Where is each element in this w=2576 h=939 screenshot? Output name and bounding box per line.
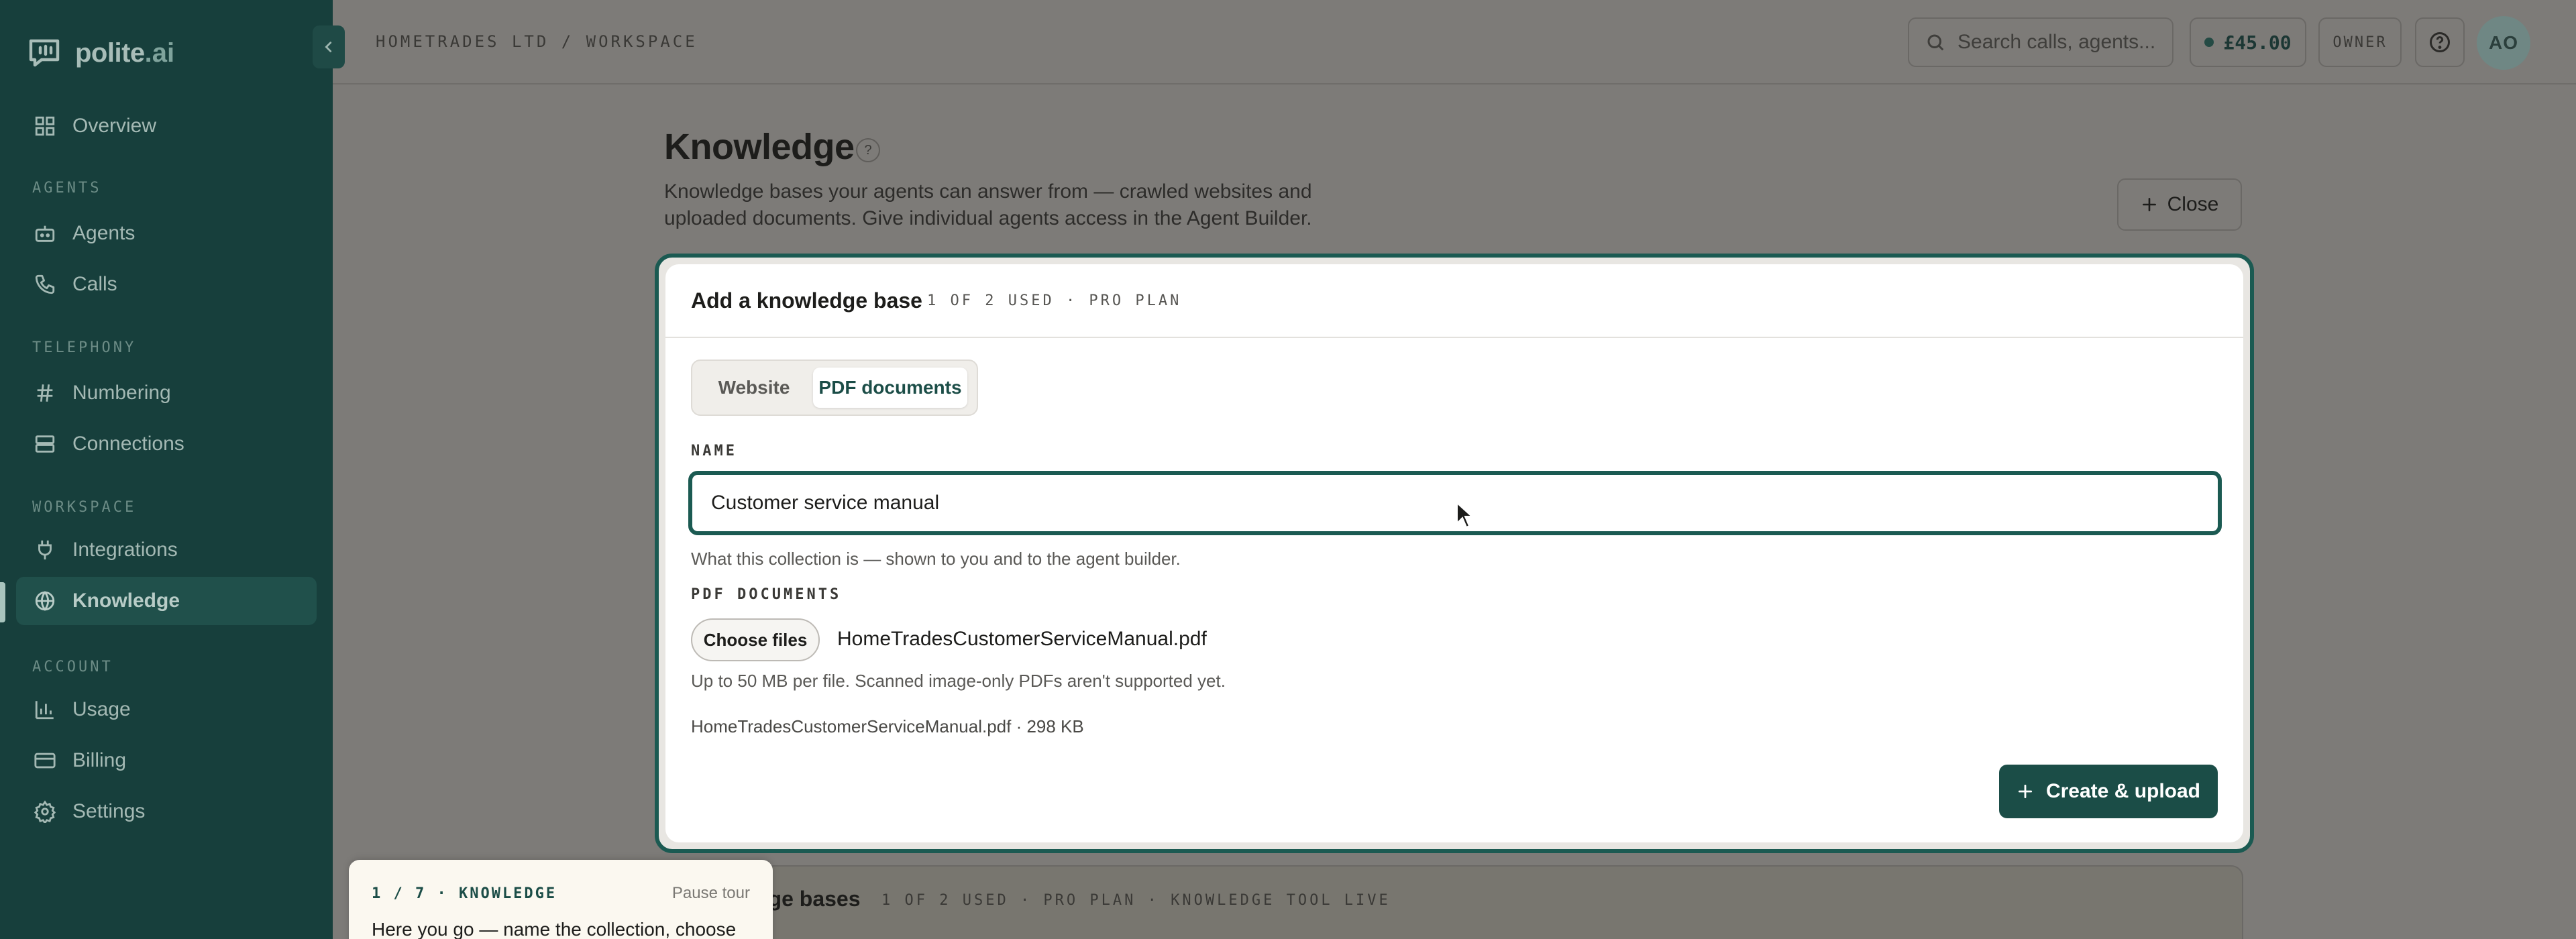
pause-tour-button[interactable]: Pause tour (672, 884, 750, 903)
card-header: Add a knowledge base 1 OF 2 USED · PRO P… (665, 264, 2243, 338)
plus-icon (2142, 198, 2156, 211)
sidebar-item-label: Connections (72, 433, 184, 455)
page-help-badge[interactable]: ? (856, 138, 880, 162)
sidebar-item-label: Usage (72, 698, 131, 720)
sidebar-item-overview[interactable]: Overview (16, 102, 317, 150)
question-circle-icon (2430, 32, 2450, 52)
sidebar-item-usage[interactable]: Usage (16, 685, 317, 734)
knowledge-bases-meta: 1 OF 2 USED · PRO PLAN · KNOWLEDGE TOOL … (881, 892, 1391, 909)
hash-icon (37, 384, 53, 402)
sidebar-item-integrations[interactable]: Integrations (16, 526, 317, 574)
name-help-text: What this collection is — shown to you a… (691, 549, 1181, 569)
phone-icon (35, 274, 55, 294)
mouse-cursor-icon (1456, 502, 1474, 529)
sidebar-item-label: Calls (72, 273, 117, 295)
help-button[interactable] (2415, 17, 2465, 67)
role-badge: OWNER (2318, 17, 2402, 67)
sidebar-item-label: Agents (72, 222, 136, 244)
card-title: Add a knowledge base (691, 288, 922, 313)
chosen-file-name: HomeTradesCustomerServiceManual.pdf (837, 628, 1207, 650)
gear-icon (34, 800, 56, 823)
sidebar: polite.ai AGENTS TELEPHONY WORKSPACE ACC… (0, 0, 333, 939)
chat-bubble-logo-icon (29, 39, 60, 67)
sidebar-item-calls[interactable]: Calls (16, 260, 317, 309)
credit-card-icon (34, 753, 56, 769)
active-indicator (0, 582, 5, 622)
section-label-agents: AGENTS (32, 180, 102, 197)
choose-files-button[interactable]: Choose files (691, 618, 820, 661)
page-title: Knowledge (664, 127, 855, 167)
bar-chart-icon (35, 701, 54, 720)
tour-step-label: 1 / 7 · KNOWLEDGE (372, 885, 557, 902)
close-button[interactable]: Close (2117, 178, 2242, 231)
tab-pdf-documents[interactable]: PDF documents (813, 368, 967, 408)
sidebar-item-label: Overview (72, 115, 157, 137)
top-bar: HOMETRADES LTD / WORKSPACE Search calls,… (333, 0, 2576, 85)
tour-body-text: Here you go — name the collection, choos… (372, 919, 737, 939)
section-label-telephony: TELEPHONY (32, 339, 137, 356)
server-icon (35, 435, 55, 453)
tour-popover: 1 / 7 · KNOWLEDGE Pause tour Here you go… (349, 860, 773, 939)
source-type-toggle: Website PDF documents (691, 360, 978, 416)
create-upload-label: Create & upload (2045, 780, 2201, 802)
globe-icon (35, 591, 55, 611)
sidebar-item-numbering[interactable]: Numbering (16, 369, 317, 417)
sidebar-item-label: Integrations (72, 539, 178, 561)
plan-usage-meta: 1 OF 2 USED · PRO PLAN (927, 292, 1182, 309)
status-dot-icon (2204, 38, 2214, 47)
plug-icon (38, 540, 52, 560)
brand-logo[interactable]: polite.ai (27, 36, 174, 70)
section-label-account: ACCOUNT (32, 659, 113, 675)
search-icon (1927, 34, 1944, 51)
plus-icon (2018, 784, 2033, 799)
sidebar-item-knowledge[interactable]: Knowledge (16, 577, 317, 625)
pdf-documents-label: PDF DOCUMENTS (691, 586, 842, 603)
sidebar-item-label: Numbering (72, 382, 171, 404)
selected-file-entry: HomeTradesCustomerServiceManual.pdf · 29… (691, 716, 1084, 736)
bot-icon (35, 225, 55, 242)
avatar[interactable]: AO (2477, 16, 2530, 70)
close-label: Close (2167, 193, 2219, 215)
create-upload-button[interactable]: Create & upload (1999, 765, 2218, 818)
tab-website[interactable]: Website (700, 368, 808, 408)
sidebar-item-label: Settings (72, 800, 146, 822)
sidebar-item-billing[interactable]: Billing (16, 736, 317, 785)
add-knowledge-card: Add a knowledge base 1 OF 2 USED · PRO P… (665, 264, 2243, 842)
name-label: NAME (691, 443, 737, 459)
sidebar-item-connections[interactable]: Connections (16, 420, 317, 468)
grid-icon (35, 116, 55, 136)
brand-tld: .ai (144, 38, 175, 68)
sidebar-item-label: Billing (72, 749, 127, 771)
sidebar-item-agents[interactable]: Agents (16, 209, 317, 258)
search-input[interactable]: Search calls, agents... (1908, 17, 2174, 67)
name-input[interactable] (688, 471, 2222, 535)
credit-amount: £45.00 (2223, 31, 2292, 54)
credit-balance[interactable]: £45.00 (2190, 17, 2306, 67)
brand-name: polite (75, 38, 145, 68)
sidebar-item-settings[interactable]: Settings (16, 787, 317, 836)
sidebar-item-label: Knowledge (72, 590, 180, 612)
search-placeholder: Search calls, agents... (1957, 31, 2156, 53)
section-label-workspace: WORKSPACE (32, 499, 137, 516)
page-description: Knowledge bases your agents can answer f… (664, 180, 1312, 229)
breadcrumb: HOMETRADES LTD / WORKSPACE (376, 32, 698, 51)
pdf-help-text: Up to 50 MB per file. Scanned image-only… (691, 671, 1226, 691)
